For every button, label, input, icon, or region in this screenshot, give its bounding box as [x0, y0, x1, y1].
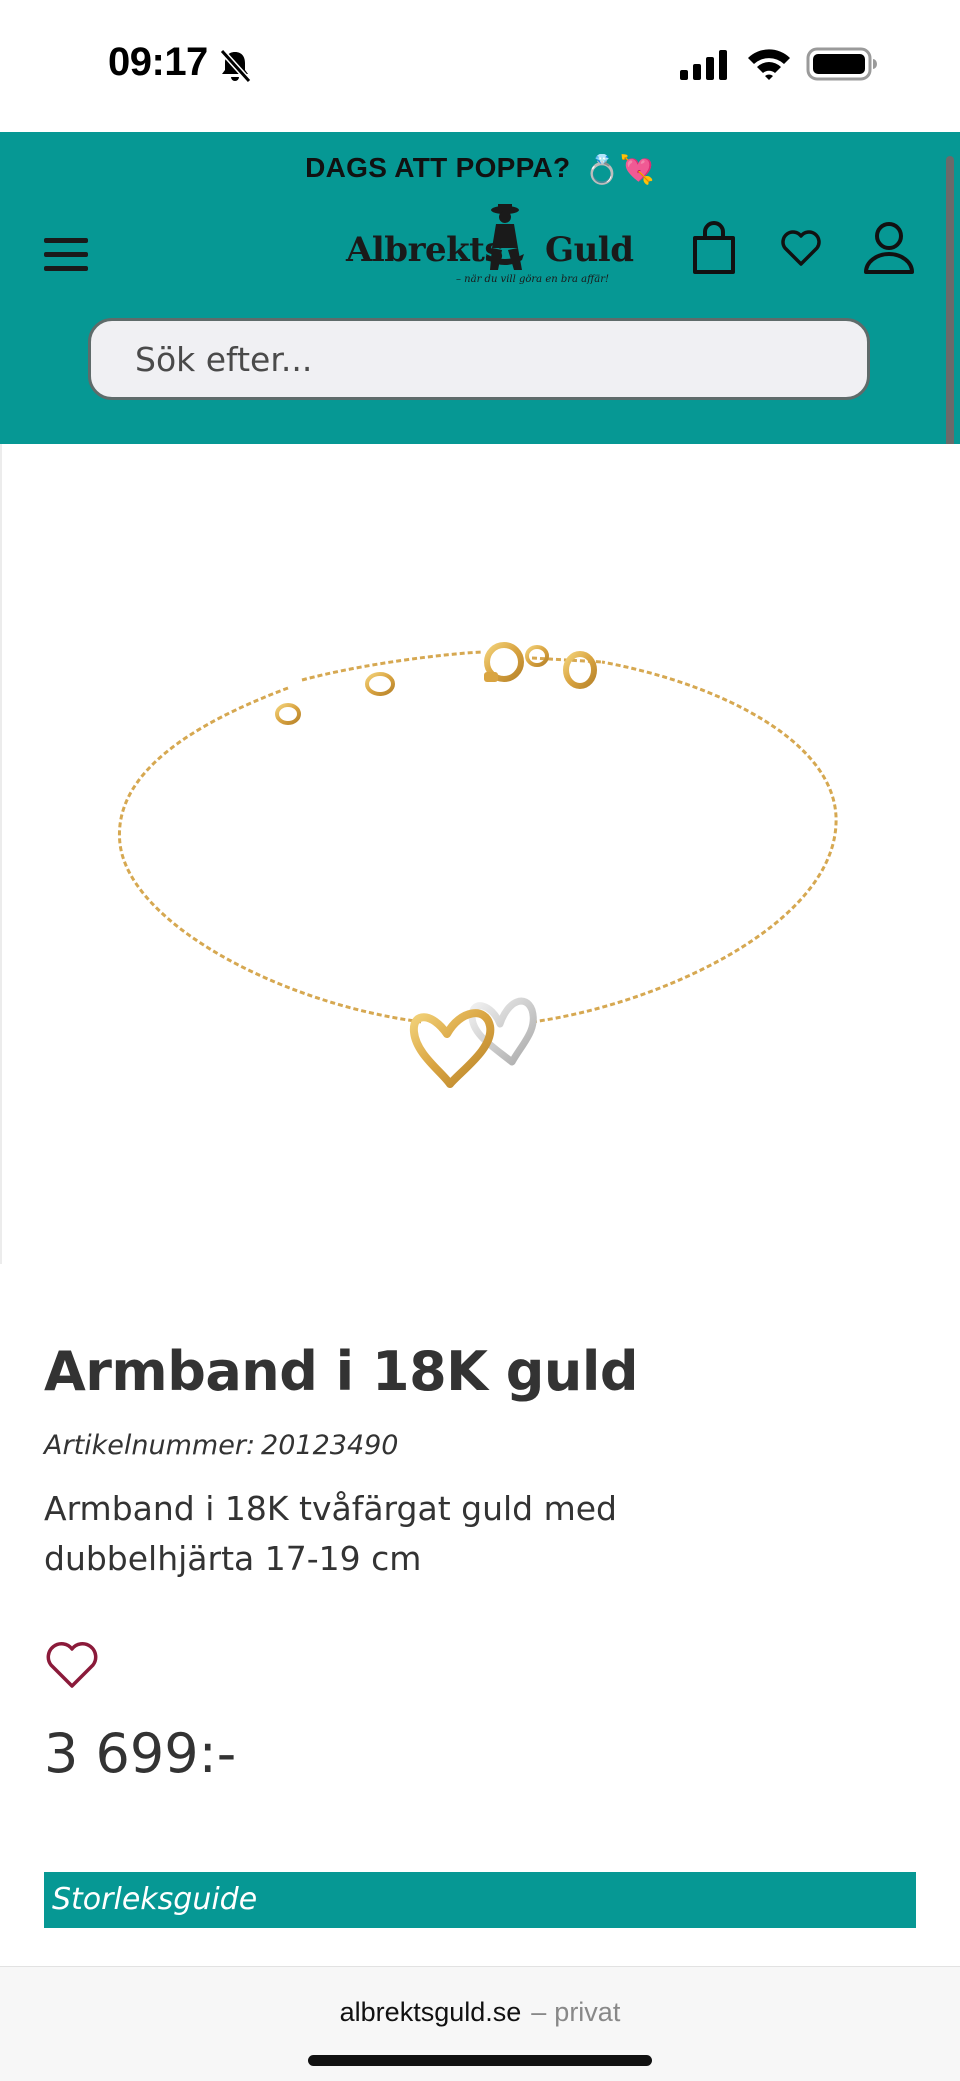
logo-tagline: – när du vill göra en bra affär!: [456, 274, 609, 285]
url-separator: –: [531, 1997, 547, 2027]
url-display[interactable]: albrektsguld.se – privat: [0, 1997, 960, 2028]
bell-slash-icon: [219, 48, 252, 84]
private-mode-label: privat: [554, 1997, 621, 2027]
promo-text: DAGS ATT POPPA?: [305, 152, 571, 183]
promo-emoji: 💍💘: [584, 154, 655, 186]
shopping-bag-icon[interactable]: [690, 220, 738, 276]
wishlist-heart-icon[interactable]: [780, 228, 822, 268]
bracelet-image: [117, 642, 838, 1088]
promo-banner[interactable]: DAGS ATT POPPA? 💍💘: [0, 152, 960, 186]
account-user-icon[interactable]: [862, 220, 916, 276]
size-guide-button[interactable]: Storleksguide: [44, 1872, 916, 1928]
gold-digger-figure-icon: [486, 204, 524, 270]
browser-url-bar[interactable]: albrektsguld.se – privat: [0, 1966, 960, 2081]
wifi-icon: [748, 49, 790, 80]
article-number: Artikelnummer: 20123490: [44, 1430, 398, 1461]
cellular-signal-icon: [680, 50, 727, 80]
site-logo[interactable]: Albrekts Guld – när du vill göra en bra a…: [346, 204, 634, 294]
home-indicator[interactable]: [308, 2055, 652, 2066]
article-number-value: 20123490: [261, 1430, 399, 1461]
battery-icon: [806, 47, 877, 81]
site-header: DAGS ATT POPPA? 💍💘 Albrekts Guld – när du…: [0, 132, 960, 444]
product-price: 3 699:-: [44, 1722, 237, 1785]
hamburger-menu-icon[interactable]: [40, 228, 92, 280]
product-description: Armband i 18K tvåfärgat guld med dubbelh…: [44, 1489, 617, 1578]
product-image[interactable]: [0, 444, 960, 1264]
status-bar: 09:17: [0, 0, 960, 132]
search-input[interactable]: [88, 318, 870, 400]
url-domain: albrektsguld.se: [339, 1997, 522, 2027]
product-title: Armband i 18K guld: [44, 1340, 639, 1403]
status-time: 09:17: [108, 40, 208, 84]
add-to-wishlist-heart-icon[interactable]: [44, 1640, 100, 1692]
article-number-label: Artikelnummer:: [44, 1430, 256, 1461]
